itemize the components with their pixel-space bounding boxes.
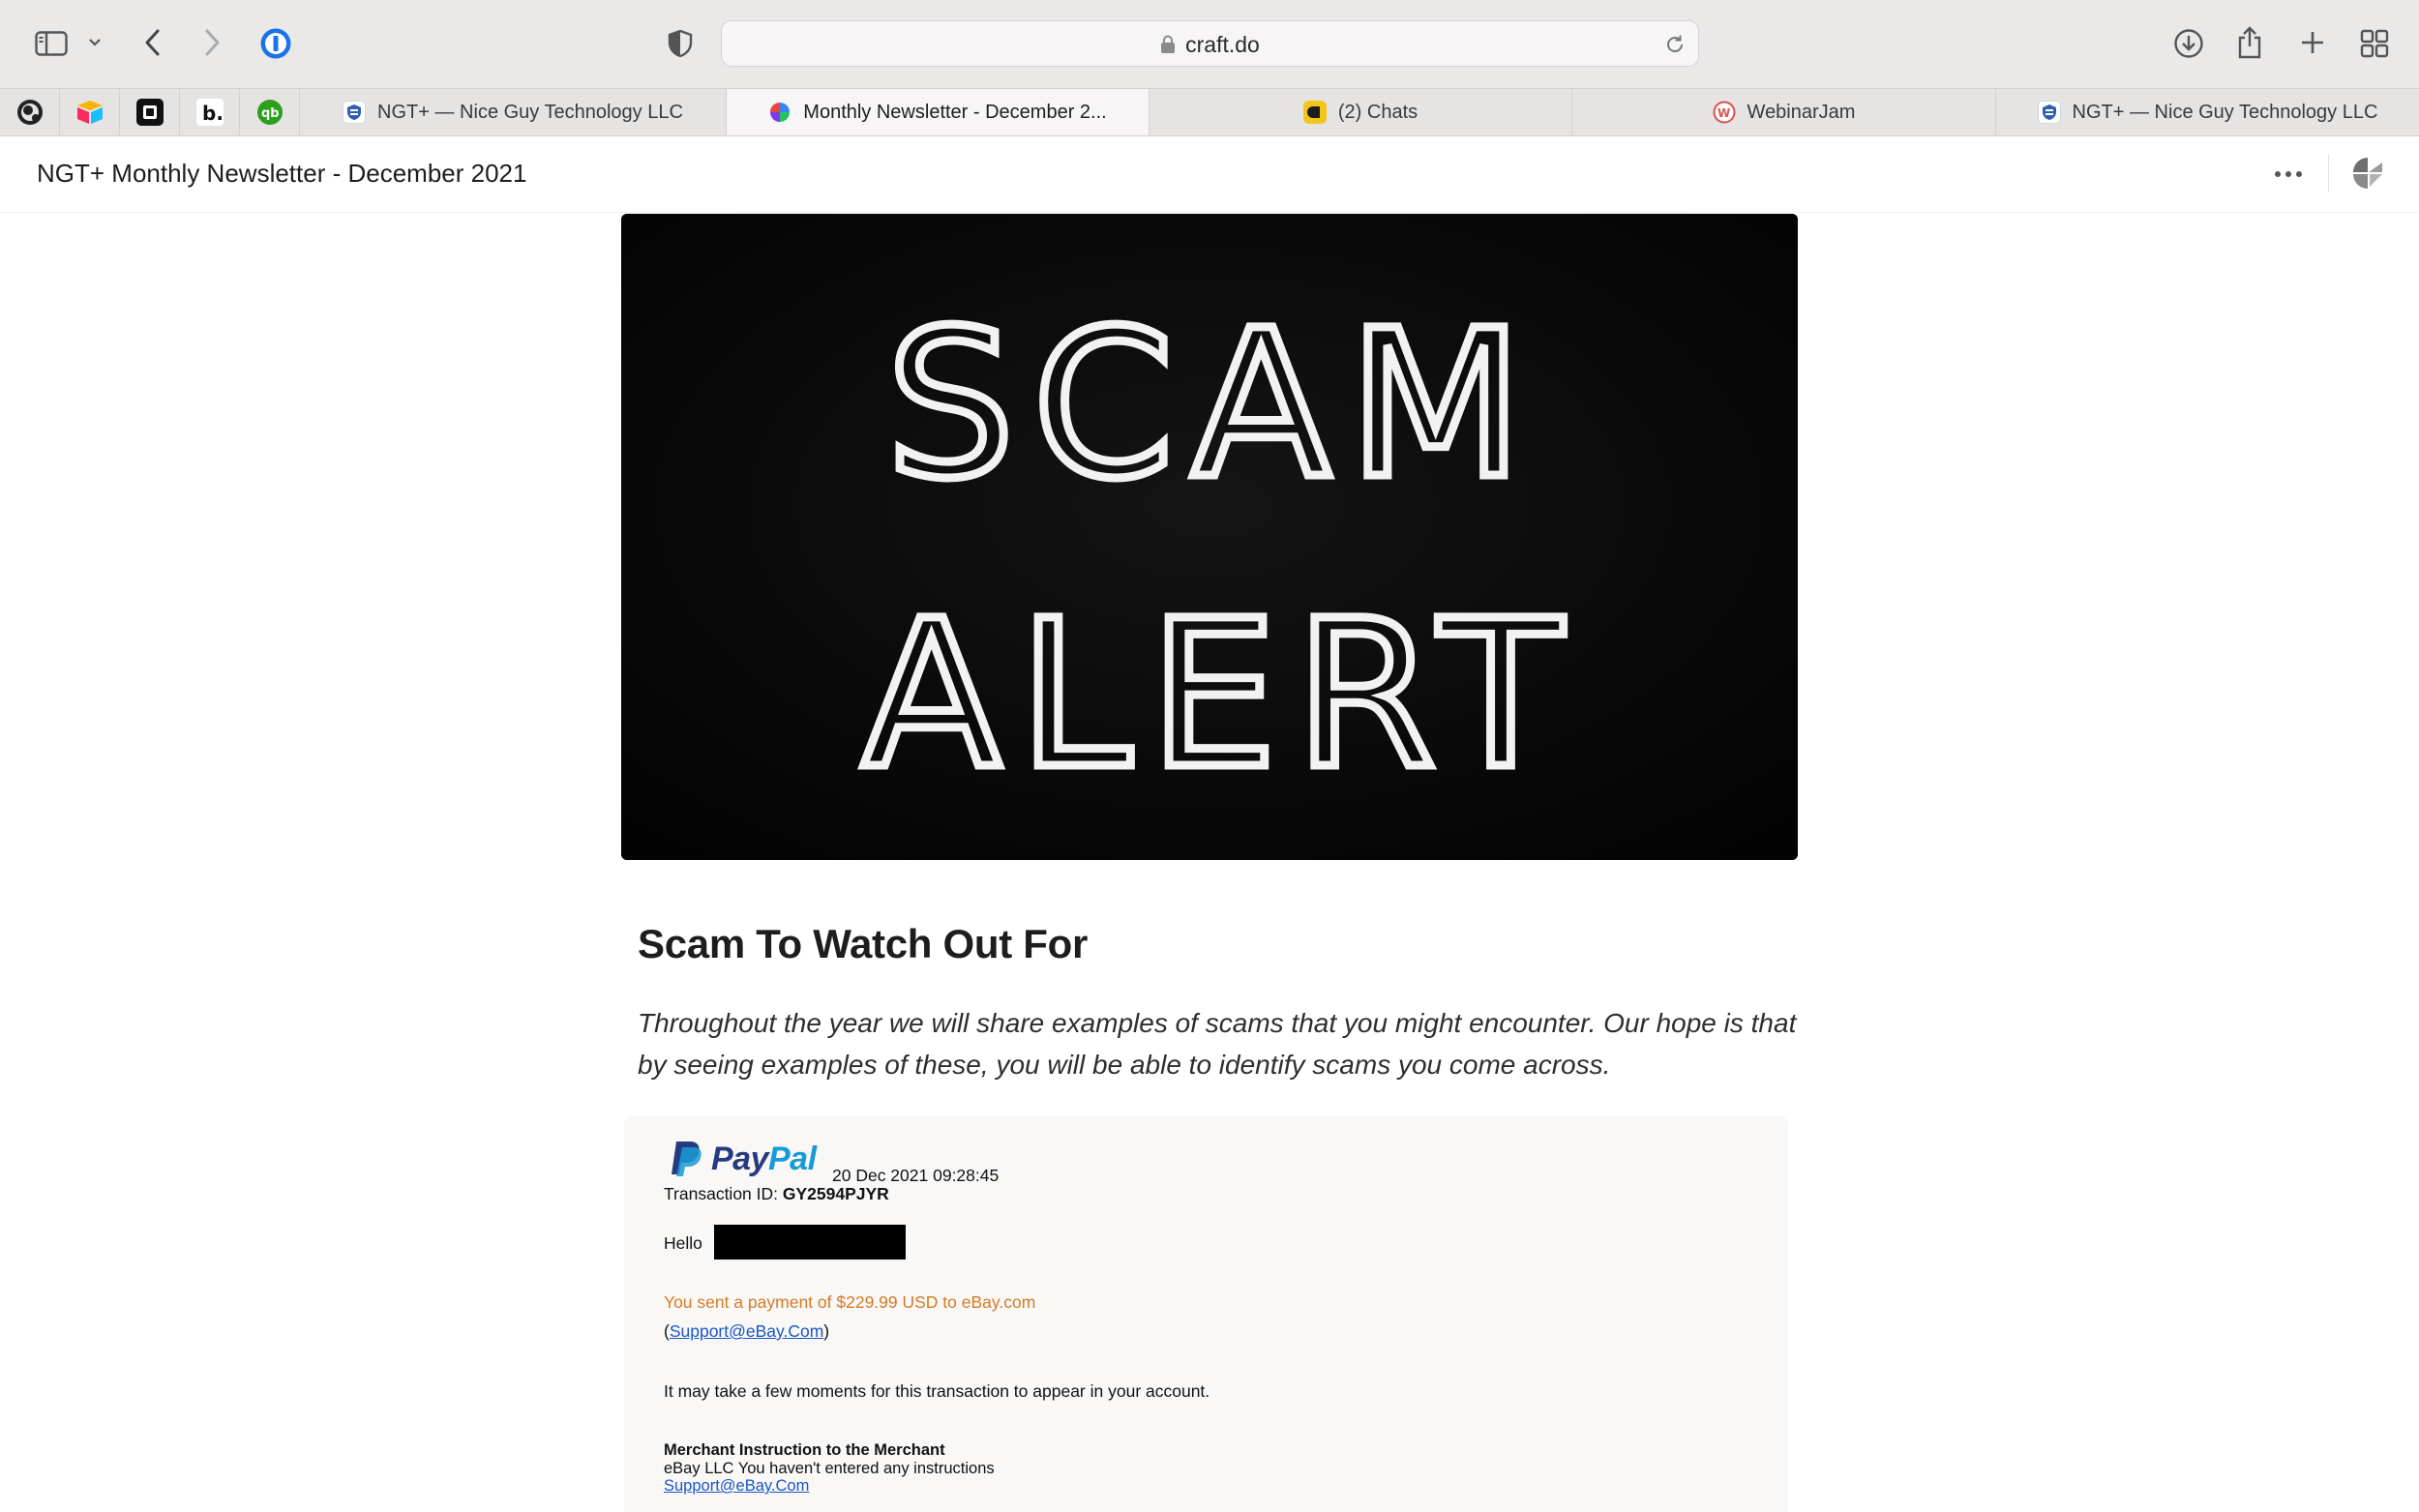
address-bar[interactable]: craft.do: [721, 20, 1699, 67]
1password-icon[interactable]: [258, 26, 293, 61]
section-heading: Scam To Watch Out For: [638, 921, 1089, 966]
download-icon[interactable]: [2171, 26, 2206, 61]
pinned-tab-airtable[interactable]: [60, 89, 120, 135]
chevron-down-icon[interactable]: [85, 33, 105, 52]
document-title: NGT+ Monthly Newsletter - December 2021: [37, 158, 527, 188]
grid-icon[interactable]: [2357, 26, 2392, 61]
ngt-shield-icon: [343, 101, 367, 124]
airtable-icon: [76, 101, 103, 124]
payment-line: You sent a payment of $229.99 USD to eBa…: [664, 1292, 1036, 1312]
webinarjam-icon: W: [1713, 101, 1736, 124]
document-header: NGT+ Monthly Newsletter - December 2021: [0, 136, 2419, 213]
url-text: craft.do: [1185, 31, 1260, 57]
email-date: 20 Dec 2021 09:28:45: [832, 1166, 1000, 1185]
pinned-tab-b[interactable]: b.: [180, 89, 240, 135]
support-email-link[interactable]: Support@eBay.Com: [670, 1321, 823, 1341]
chats-icon: [1302, 101, 1327, 124]
tab-label: NGT+ — Nice Guy Technology LLC: [2072, 101, 2378, 123]
tab-webinarjam[interactable]: W WebinarJam: [1572, 89, 1996, 135]
hero-text-alert: ALERT: [862, 577, 1580, 814]
transaction-id: GY2594PJYR: [782, 1184, 889, 1203]
b-icon: b.: [195, 99, 224, 126]
transaction-label: Transaction ID:: [664, 1184, 783, 1203]
tab-label: Monthly Newsletter - December 2...: [803, 101, 1107, 123]
pinned-tab-quickbooks[interactable]: qb: [240, 89, 300, 135]
ngt-shield-icon: [2037, 101, 2061, 124]
svg-text:W: W: [1717, 106, 1730, 120]
chevron-right-icon: [205, 29, 220, 56]
craft-icon: [768, 101, 791, 124]
paypal-p-icon: [672, 1141, 702, 1176]
tab-bar: b. qb NGT+ — Nice Guy Technology LLC Mon…: [0, 88, 2419, 136]
forward-button[interactable]: [198, 25, 225, 60]
support-line: (Support@eBay.Com): [664, 1321, 830, 1341]
plus-icon[interactable]: [2296, 26, 2329, 59]
tab-label: NGT+ — Nice Guy Technology LLC: [377, 101, 683, 123]
intro-paragraph: Throughout the year we will share exampl…: [638, 1008, 1797, 1080]
email-greeting: Hello: [664, 1233, 702, 1253]
tab-label: WebinarJam: [1747, 101, 1856, 123]
shield-icon[interactable]: [666, 27, 695, 60]
sidebar-icon[interactable]: [33, 27, 70, 60]
merchant-instruction-body: eBay LLC You haven't entered any instruc…: [664, 1460, 995, 1477]
quickbooks-icon: qb: [256, 100, 283, 125]
transaction-line: Transaction ID: GY2594PJYR: [664, 1184, 889, 1204]
merchant-support-link[interactable]: Support@eBay.Com: [664, 1477, 809, 1495]
paypal-logo: PayPal: [669, 1140, 817, 1178]
tab-ngt-2[interactable]: NGT+ — Nice Guy Technology LLC: [1996, 89, 2419, 135]
chevron-left-icon: [145, 29, 160, 56]
header-divider: [2328, 154, 2329, 193]
redacted-name-bar: [714, 1225, 906, 1260]
hero-text-scam: SCAM: [886, 286, 1541, 523]
pinned-tab-square[interactable]: [120, 89, 180, 135]
wait-line: It may take a few moments for this trans…: [664, 1381, 1210, 1401]
tab-label: (2) Chats: [1337, 101, 1419, 123]
share-icon[interactable]: [2233, 23, 2266, 62]
pinned-tab-mailchimp[interactable]: [0, 89, 60, 135]
paypal-word-pay: Pay: [711, 1140, 769, 1177]
scam-alert-image: SCAM ALERT: [621, 214, 1798, 860]
tab-monthly-newsletter[interactable]: Monthly Newsletter - December 2...: [727, 89, 1150, 135]
merchant-instruction-title: Merchant Instruction to the Merchant: [664, 1441, 945, 1459]
svg-text:qb: qb: [261, 106, 280, 121]
craft-logo-icon[interactable]: [2349, 154, 2386, 193]
merchant-support-link-line: Support@eBay.Com: [664, 1477, 809, 1496]
browser-toolbar: craft.do: [0, 0, 2419, 88]
svg-text:b.: b.: [202, 102, 224, 125]
paypal-word-pal: Pal: [768, 1140, 817, 1177]
tab-ngt-1[interactable]: NGT+ — Nice Guy Technology LLC: [300, 89, 727, 135]
back-button[interactable]: [139, 25, 166, 60]
square-icon: [135, 99, 164, 126]
more-options-icon[interactable]: [2272, 158, 2305, 191]
lock-icon: [1161, 35, 1176, 53]
tab-chats[interactable]: (2) Chats: [1150, 89, 1572, 135]
mailchimp-icon: [16, 100, 43, 125]
reload-icon[interactable]: [1663, 33, 1687, 61]
